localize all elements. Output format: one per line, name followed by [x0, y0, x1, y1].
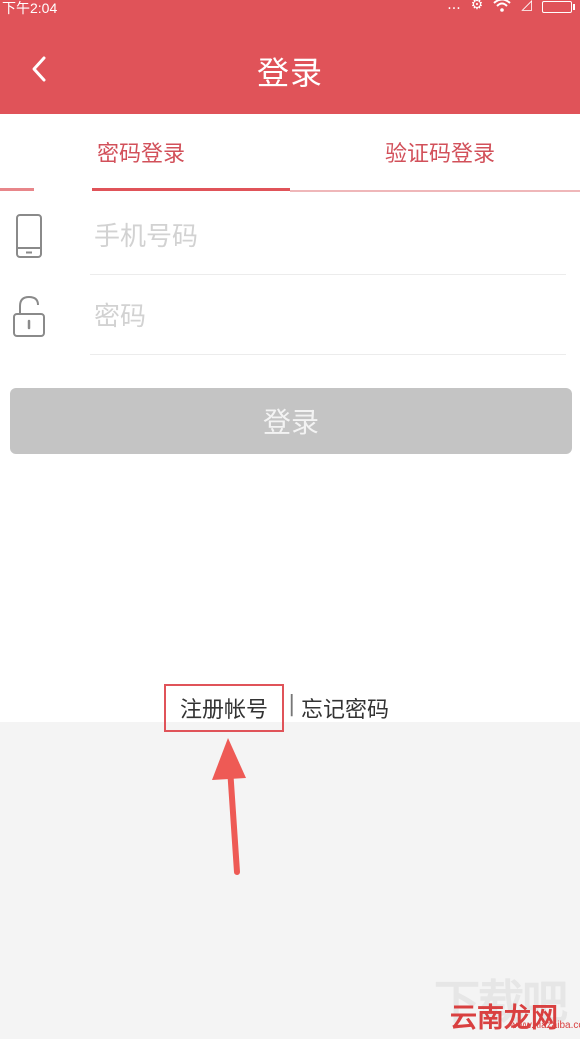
lock-icon: [13, 295, 45, 337]
status-time: 下午2:04: [2, 0, 58, 16]
password-field-row: [0, 278, 580, 356]
watermark-url: www.xiazaiba.com: [510, 1020, 580, 1031]
tab-indicator-active: [92, 188, 290, 191]
tab-indicator-edge: [0, 188, 34, 191]
page-title: 登录: [256, 54, 323, 92]
phone-field-row: [0, 198, 580, 276]
signal-icon: ◿: [521, 0, 532, 13]
status-bar: 下午2:04 ... ⚙ ◿: [0, 0, 580, 18]
signal-dots-icon: ...: [447, 0, 461, 13]
link-separator: |: [288, 692, 296, 717]
field-divider: [90, 354, 566, 355]
alarm-icon: ⚙: [470, 0, 484, 13]
login-tabs: 密码登录 验证码登录: [0, 114, 580, 194]
account-links: 注册帐号 | 忘记密码: [0, 684, 580, 734]
tab-indicator-inactive: [290, 190, 580, 192]
register-link[interactable]: 注册帐号: [180, 692, 268, 724]
login-button[interactable]: 登录: [10, 388, 572, 454]
wifi-icon: [493, 0, 511, 12]
app-header: 下午2:04 ... ⚙ ◿ 登录: [0, 0, 580, 114]
annotation-arrow-icon: [212, 738, 246, 875]
battery-icon: [542, 1, 575, 13]
tab-code-login[interactable]: 验证码登录: [385, 136, 495, 168]
tab-password-login[interactable]: 密码登录: [97, 136, 185, 168]
forgot-password-link[interactable]: 忘记密码: [301, 692, 389, 724]
field-divider: [90, 274, 566, 275]
status-icons: ... ⚙ ◿: [447, 0, 575, 13]
phone-icon: [16, 214, 42, 258]
phone-input[interactable]: [92, 208, 556, 266]
password-input[interactable]: [92, 288, 556, 346]
